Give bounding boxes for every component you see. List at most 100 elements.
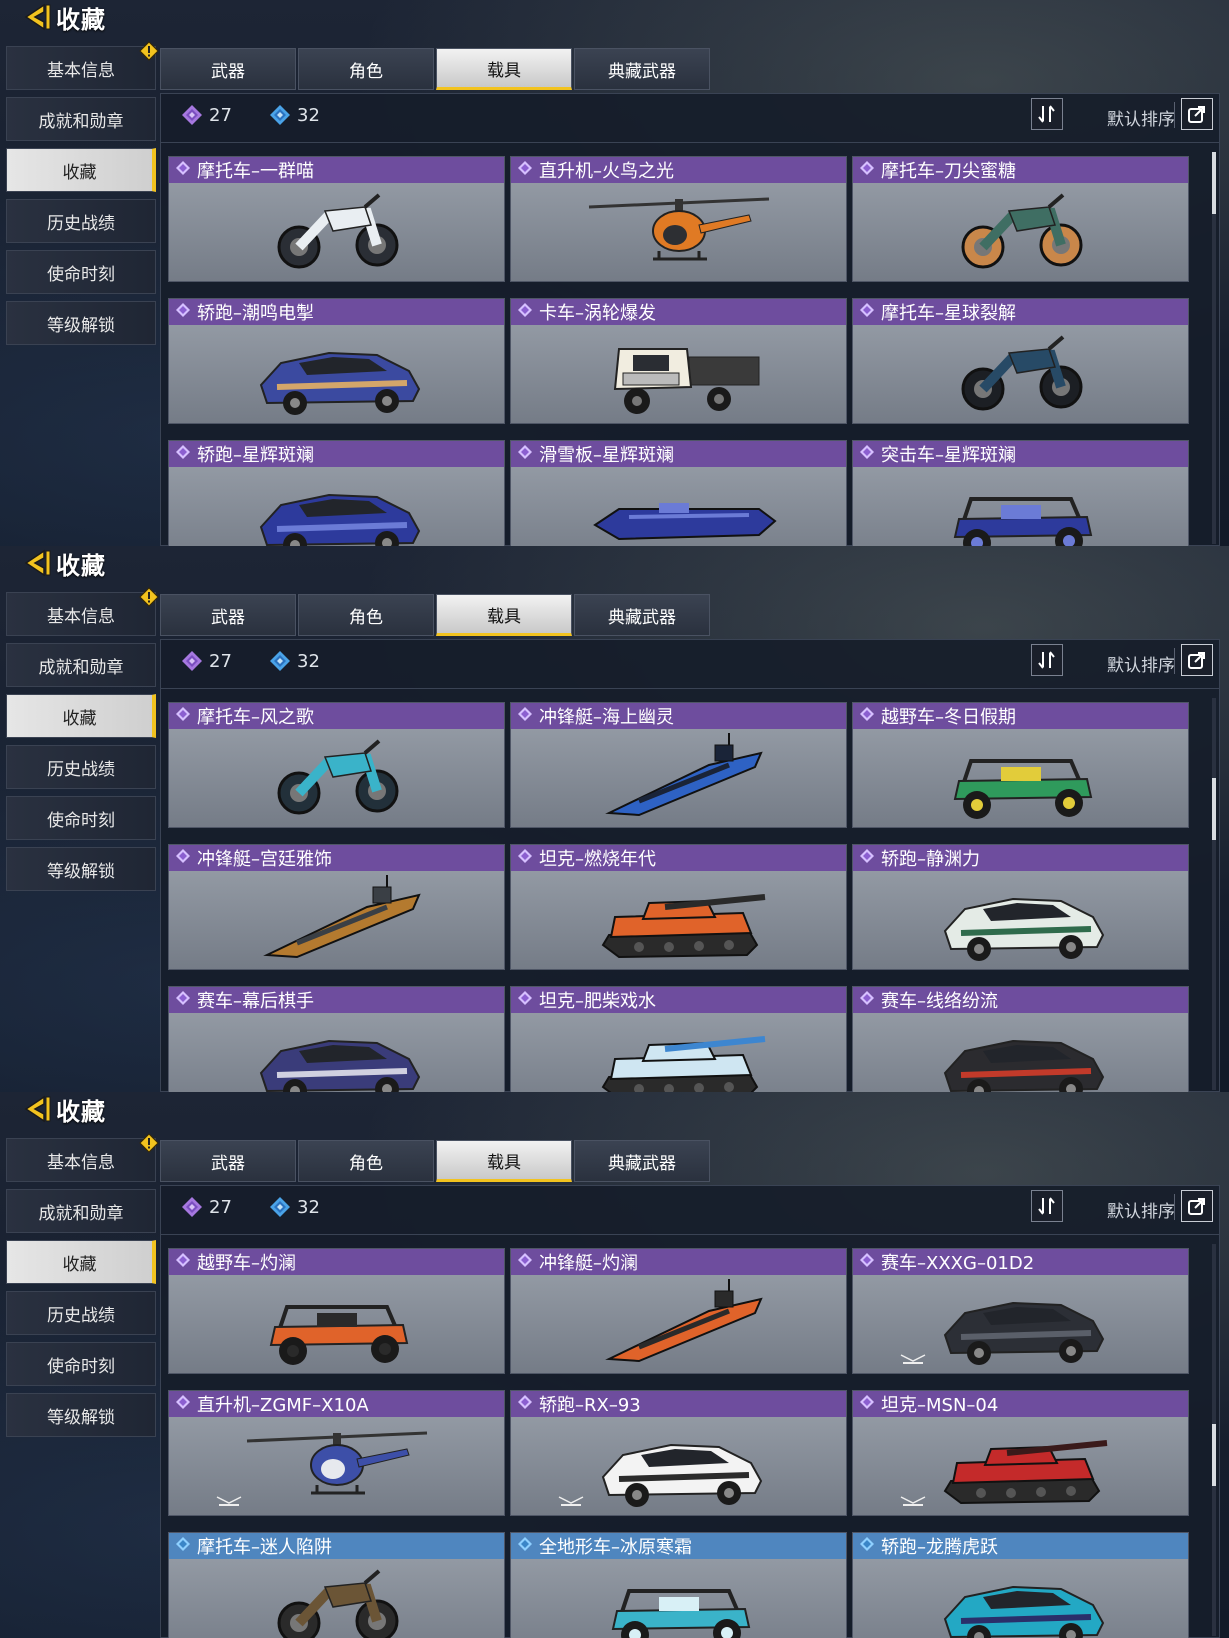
vehicle-card[interactable]: 越野车–冬日假期 [852, 702, 1189, 828]
sidebar-item[interactable]: 使命时刻 [6, 1342, 156, 1386]
sidebar-item[interactable]: 成就和勋章 [6, 1189, 156, 1233]
vehicle-card[interactable]: 摩托车–星球裂解 [852, 298, 1189, 424]
blue-gem-icon [270, 1197, 290, 1217]
vehicle-card[interactable]: 坦克–燃烧年代 [510, 844, 847, 970]
vehicle-card[interactable]: 摩托车–风之歌 [168, 702, 505, 828]
sidebar-item-label: 历史战绩 [47, 213, 115, 234]
vehicle-card-title: 直升机–火鸟之光 [511, 157, 846, 183]
vehicle-name: 轿跑–星辉斑斓 [197, 445, 314, 466]
vehicle-card[interactable]: 轿跑–星辉斑斓 [168, 440, 505, 546]
vehicle-card-title: 突击车–星辉斑斓 [853, 441, 1188, 467]
sidebar-item[interactable]: 收藏 [6, 694, 156, 738]
vehicle-card[interactable]: 轿跑–RX–93 [510, 1390, 847, 1516]
sort-label[interactable]: 默认排序 [1107, 105, 1175, 130]
back-button[interactable] [22, 2, 52, 32]
vehicle-image [853, 467, 1188, 546]
back-button[interactable] [22, 1094, 52, 1124]
vehicle-card[interactable]: 摩托车–刀尖蜜糖 [852, 156, 1189, 282]
sidebar-item[interactable]: 基本信息 [6, 587, 159, 636]
share-button[interactable] [1181, 98, 1213, 130]
category-tab[interactable]: 典藏武器 [574, 594, 710, 636]
category-tab[interactable]: 典藏武器 [574, 48, 710, 90]
category-tabs: 武器 角色 载具 典藏武器 [160, 1140, 712, 1182]
vehicle-card[interactable]: 越野车–灼澜 [168, 1248, 505, 1374]
vehicle-card[interactable]: 赛车–XXXG–01D2 [852, 1248, 1189, 1374]
vehicle-card[interactable]: 突击车–星辉斑斓 [852, 440, 1189, 546]
vehicle-card-title: 越野车–冬日假期 [853, 703, 1188, 729]
category-tab[interactable]: 角色 [298, 48, 434, 90]
scroll-thumb[interactable] [1212, 778, 1216, 840]
sidebar-item[interactable]: 使命时刻 [6, 796, 156, 840]
scrollbar[interactable] [1212, 698, 1216, 1090]
stats-bar: 27 32 默认排序 [161, 640, 1219, 689]
category-tab[interactable]: 典藏武器 [574, 1140, 710, 1182]
rarity-gem-icon [175, 848, 191, 869]
sort-toggle-button[interactable] [1031, 644, 1063, 676]
sort-toggle-button[interactable] [1031, 1190, 1063, 1222]
vehicle-card[interactable]: 冲锋艇–海上幽灵 [510, 702, 847, 828]
scrollbar[interactable] [1212, 152, 1216, 544]
vehicle-card-title: 摩托车–刀尖蜜糖 [853, 157, 1188, 183]
sidebar-item-label: 使命时刻 [47, 1356, 115, 1377]
sidebar-item[interactable]: 历史战绩 [6, 199, 156, 243]
vehicle-card[interactable]: 轿跑–龙腾虎跃 [852, 1532, 1189, 1638]
category-tab[interactable]: 角色 [298, 1140, 434, 1182]
vehicle-card[interactable]: 摩托车–迷人陷阱 [168, 1532, 505, 1638]
category-tab[interactable]: 武器 [160, 1140, 296, 1182]
header: 收藏 [22, 0, 106, 34]
vehicle-card[interactable]: 摩托车–一群喵 [168, 156, 505, 282]
sort-arrows-icon [1038, 1197, 1055, 1215]
scrollbar[interactable] [1212, 1244, 1216, 1636]
sidebar-item[interactable]: 等级解锁 [6, 847, 156, 891]
sidebar-item[interactable]: 收藏 [6, 1240, 156, 1284]
vehicle-name: 冲锋艇–海上幽灵 [539, 707, 674, 728]
share-icon [1188, 652, 1205, 669]
vehicle-name: 突击车–星辉斑斓 [881, 445, 1016, 466]
page-title: 收藏 [56, 551, 106, 580]
vehicle-card[interactable]: 赛车–线络纷流 [852, 986, 1189, 1092]
vehicle-card[interactable]: 卡车–涡轮爆发 [510, 298, 847, 424]
back-button[interactable] [22, 548, 52, 578]
vehicle-card[interactable]: 轿跑–静渊力 [852, 844, 1189, 970]
vehicle-name: 摩托车–一群喵 [197, 161, 314, 182]
scroll-thumb[interactable] [1212, 1424, 1216, 1486]
vehicle-card[interactable]: 全地形车–冰原寒霜 [510, 1532, 847, 1638]
sidebar-item[interactable]: 历史战绩 [6, 1291, 156, 1335]
vehicle-image [853, 729, 1188, 827]
scroll-thumb[interactable] [1212, 152, 1216, 214]
sidebar-item[interactable]: 等级解锁 [6, 1393, 156, 1437]
sort-label[interactable]: 默认排序 [1107, 1197, 1175, 1222]
sidebar-item[interactable]: 基本信息 [6, 41, 159, 90]
vehicle-card[interactable]: 直升机–火鸟之光 [510, 156, 847, 282]
vehicle-card[interactable]: 赛车–幕后棋手 [168, 986, 505, 1092]
vehicle-card[interactable]: 滑雪板–星辉斑斓 [510, 440, 847, 546]
sidebar-item[interactable]: 成就和勋章 [6, 643, 156, 687]
vehicle-card[interactable]: 坦克–MSN–04 [852, 1390, 1189, 1516]
page-title: 收藏 [56, 5, 106, 34]
sidebar-item[interactable]: 等级解锁 [6, 301, 156, 345]
category-tab[interactable]: 武器 [160, 594, 296, 636]
sidebar-item[interactable]: 成就和勋章 [6, 97, 156, 141]
sidebar-item[interactable]: 使命时刻 [6, 250, 156, 294]
vehicle-card[interactable]: 直升机–ZGMF–X10A [168, 1390, 505, 1516]
category-tab[interactable]: 载具 [436, 48, 572, 90]
vehicle-card[interactable]: 冲锋艇–宫廷雅饰 [168, 844, 505, 970]
rarity-gem-icon [859, 302, 875, 323]
vehicle-card-title: 轿跑–RX–93 [511, 1391, 846, 1417]
category-tab[interactable]: 载具 [436, 1140, 572, 1182]
vehicle-name: 越野车–冬日假期 [881, 707, 1016, 728]
sidebar-item[interactable]: 历史战绩 [6, 745, 156, 789]
category-tab[interactable]: 角色 [298, 594, 434, 636]
category-tab[interactable]: 载具 [436, 594, 572, 636]
sort-toggle-button[interactable] [1031, 98, 1063, 130]
vehicle-card[interactable]: 轿跑–潮鸣电掣 [168, 298, 505, 424]
share-button[interactable] [1181, 1190, 1213, 1222]
vehicle-card[interactable]: 坦克–肥柴戏水 [510, 986, 847, 1092]
sidebar-item[interactable]: 收藏 [6, 148, 156, 192]
share-button[interactable] [1181, 644, 1213, 676]
category-tab[interactable]: 武器 [160, 48, 296, 90]
vehicle-name: 轿跑–潮鸣电掣 [197, 303, 314, 324]
sidebar-item[interactable]: 基本信息 [6, 1133, 159, 1182]
sort-label[interactable]: 默认排序 [1107, 651, 1175, 676]
vehicle-card[interactable]: 冲锋艇–灼澜 [510, 1248, 847, 1374]
